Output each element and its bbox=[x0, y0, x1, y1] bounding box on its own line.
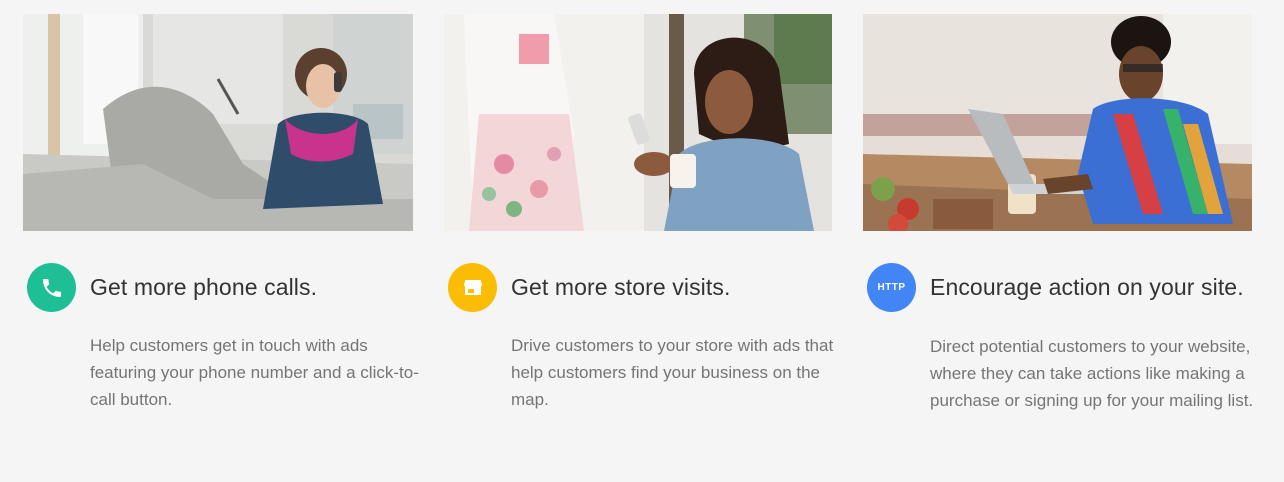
features-section: Get more phone calls. Help customers get… bbox=[0, 0, 1284, 482]
feature-card-phone-calls: Get more phone calls. Help customers get… bbox=[23, 14, 419, 409]
feature-heading-row: Get more store visits. bbox=[448, 263, 730, 312]
feature-card-site-action: HTTP Encourage action on your site. Dire… bbox=[863, 14, 1253, 410]
feature-description: Help customers get in touch with ads fea… bbox=[90, 336, 419, 409]
feature-description: Direct potential customers to your websi… bbox=[930, 337, 1254, 410]
feature-heading-row: Get more phone calls. bbox=[27, 263, 317, 312]
phone-icon bbox=[27, 263, 76, 312]
feature-heading-row: HTTP Encourage action on your site. bbox=[867, 263, 1244, 312]
feature-heading: Encourage action on your site. bbox=[930, 274, 1244, 300]
photo-woman-on-phone bbox=[23, 14, 413, 231]
feature-heading: Get more store visits. bbox=[511, 274, 731, 300]
photo-man-on-laptop bbox=[863, 14, 1252, 231]
photo-woman-by-store-window bbox=[444, 14, 832, 231]
feature-heading: Get more phone calls. bbox=[90, 274, 318, 300]
http-icon: HTTP bbox=[867, 263, 916, 312]
http-icon-label: HTTP bbox=[877, 282, 906, 293]
feature-description: Drive customers to your store with ads t… bbox=[511, 336, 834, 409]
feature-card-store-visits: Get more store visits. Drive customers t… bbox=[444, 14, 833, 409]
storefront-icon bbox=[448, 263, 497, 312]
